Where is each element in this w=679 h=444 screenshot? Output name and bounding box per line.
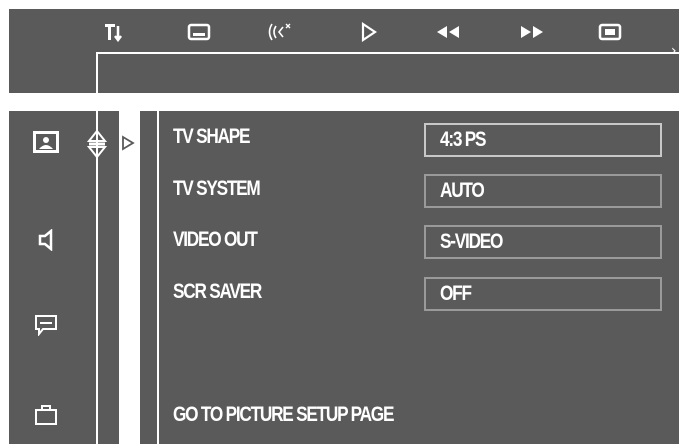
value-text: OFF — [440, 282, 472, 305]
speaker-icon[interactable] — [31, 227, 61, 253]
sidebar-divider-line — [96, 111, 98, 444]
audio-setup-icon[interactable] — [264, 21, 294, 43]
option-label-tv-system[interactable]: TV SYSTEM — [173, 177, 261, 201]
picture-setup-icon[interactable] — [184, 21, 214, 43]
preference-icon[interactable] — [31, 402, 61, 428]
option-value-tv-shape[interactable]: 4:3 PS — [424, 123, 662, 157]
option-value-video-out[interactable]: S-VIDEO — [424, 225, 662, 259]
rewind-icon[interactable] — [433, 21, 463, 43]
top-toolbar: › — [9, 9, 679, 93]
sidebar — [9, 111, 87, 444]
toolbar-connector — [96, 52, 98, 93]
option-value-scr-saver[interactable]: OFF — [424, 277, 662, 311]
play-icon[interactable] — [354, 21, 384, 43]
settings-panel: TV SHAPE 4:3 PS TV SYSTEM AUTO VIDEO OUT… — [9, 111, 679, 444]
language-icon[interactable] — [31, 312, 61, 338]
scroll-right-icon: › — [671, 43, 677, 59]
option-label-video-out[interactable]: VIDEO OUT — [173, 228, 258, 252]
value-text: S-VIDEO — [440, 230, 503, 253]
footer-hint: GO TO PICTURE SETUP PAGE — [173, 403, 394, 426]
display-icon[interactable] — [595, 21, 625, 43]
value-text: AUTO — [440, 179, 485, 202]
option-value-tv-system[interactable]: AUTO — [424, 174, 662, 208]
toolbar-row — [9, 9, 679, 51]
cursor-arrow-icon — [121, 135, 135, 151]
up-down-icon — [86, 129, 108, 159]
value-text: 4:3 PS — [440, 128, 487, 151]
settings-content: TV SHAPE 4:3 PS TV SYSTEM AUTO VIDEO OUT… — [159, 111, 679, 444]
toolbar-divider — [96, 52, 679, 54]
option-label-scr-saver[interactable]: SCR SAVER — [173, 280, 262, 304]
picture-icon[interactable] — [31, 129, 61, 155]
fast-forward-icon[interactable] — [517, 21, 547, 43]
option-label-tv-shape[interactable]: TV SHAPE — [173, 125, 251, 149]
system-setup-icon[interactable] — [100, 21, 130, 43]
selection-bar — [119, 111, 140, 444]
